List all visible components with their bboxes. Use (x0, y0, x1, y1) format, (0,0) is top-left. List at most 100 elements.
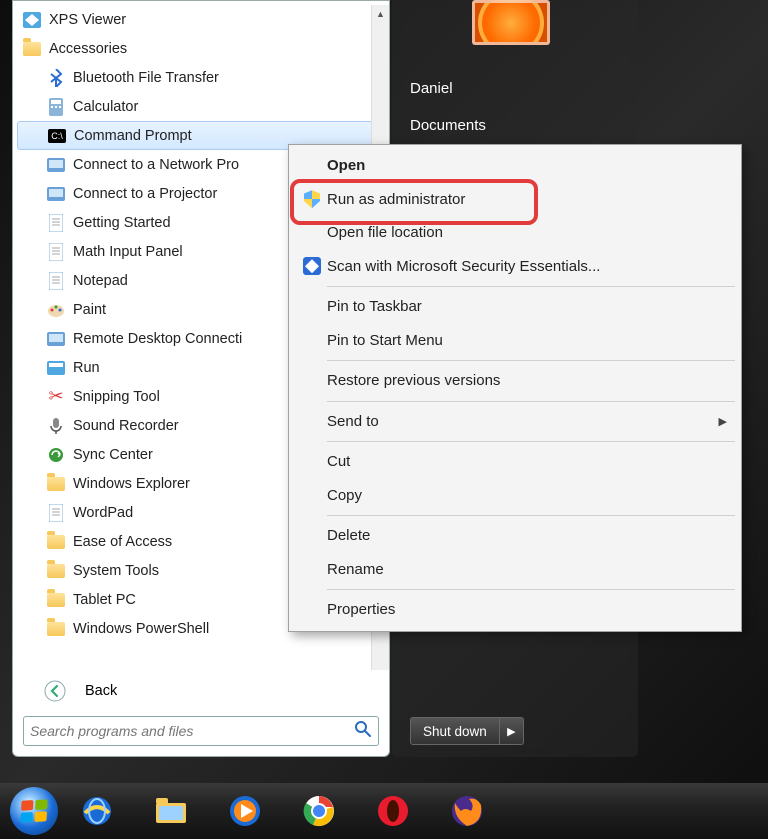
program-label: Run (73, 360, 100, 376)
menu-separator (327, 360, 735, 361)
context-menu-label: Pin to Start Menu (327, 332, 443, 349)
folder-icon (21, 38, 43, 60)
program-label: Math Input Panel (73, 244, 183, 260)
context-menu-item[interactable]: Cut (291, 445, 739, 479)
program-label: Paint (73, 302, 106, 318)
folder-icon (45, 618, 67, 640)
program-label: Calculator (73, 99, 138, 115)
taskbar (0, 783, 768, 839)
context-menu-label: Restore previous versions (327, 372, 500, 389)
sound-recorder-icon (45, 415, 67, 437)
context-menu-label: Open (327, 157, 365, 174)
paint-icon (45, 299, 67, 321)
program-label: Notepad (73, 273, 128, 289)
folder-icon (45, 531, 67, 553)
context-menu-item[interactable]: Open (291, 149, 739, 183)
context-menu-label: Properties (327, 601, 395, 618)
program-item[interactable]: Calculator (17, 92, 389, 121)
start-button[interactable] (6, 783, 62, 839)
calculator-icon (45, 96, 67, 118)
program-item[interactable]: Accessories (17, 34, 389, 63)
context-menu-item[interactable]: Send to (291, 405, 739, 439)
back-button[interactable]: Back (13, 674, 389, 708)
user-picture[interactable] (472, 0, 550, 45)
notepad-icon (45, 270, 67, 292)
documents-link[interactable]: Documents (392, 107, 638, 144)
context-menu-item[interactable]: Run as administrator (291, 183, 739, 217)
getting-started-icon (45, 212, 67, 234)
back-arrow-icon (43, 679, 67, 703)
program-label: Windows Explorer (73, 476, 190, 492)
context-menu-label: Cut (327, 453, 350, 470)
program-label: Getting Started (73, 215, 171, 231)
search-box[interactable] (23, 716, 379, 746)
context-menu-item[interactable]: Pin to Taskbar (291, 290, 739, 324)
menu-separator (327, 589, 735, 590)
folder-icon (45, 560, 67, 582)
projector-icon (45, 183, 67, 205)
math-input-icon (45, 241, 67, 263)
context-menu-item[interactable]: Open file location (291, 216, 739, 250)
context-menu-label: Copy (327, 487, 362, 504)
program-item[interactable]: XPS Viewer (17, 5, 389, 34)
shut-down-options-arrow[interactable]: ▶ (500, 717, 524, 745)
menu-separator (327, 441, 735, 442)
taskbar-explorer-icon[interactable] (136, 787, 206, 835)
context-menu-item[interactable]: Restore previous versions (291, 364, 739, 398)
program-label: Snipping Tool (73, 389, 160, 405)
wordpad-icon (45, 502, 67, 524)
folder-icon (45, 589, 67, 611)
program-label: System Tools (73, 563, 159, 579)
context-menu-item[interactable]: Rename (291, 553, 739, 587)
context-menu: Open Run as administrator Open file locati… (288, 144, 742, 632)
context-menu-label: Send to (327, 413, 379, 430)
menu-separator (327, 286, 735, 287)
context-menu-label: Pin to Taskbar (327, 298, 422, 315)
context-menu-item[interactable]: Properties (291, 593, 739, 627)
taskbar-firefox-icon[interactable] (432, 787, 502, 835)
program-label: Command Prompt (74, 128, 192, 144)
user-name-link[interactable]: Daniel (392, 70, 638, 107)
context-menu-item[interactable]: Copy (291, 479, 739, 513)
program-label: Windows PowerShell (73, 621, 209, 637)
program-label: Ease of Access (73, 534, 172, 550)
menu-separator (327, 401, 735, 402)
taskbar-ie-icon[interactable] (62, 787, 132, 835)
program-label: XPS Viewer (49, 12, 126, 28)
program-label: Sync Center (73, 447, 153, 463)
shield-icon (297, 190, 327, 208)
program-label: Connect to a Network Pro (73, 157, 239, 173)
xps-icon (21, 9, 43, 31)
context-menu-label: Open file location (327, 224, 443, 241)
shut-down-button[interactable]: Shut down (410, 717, 500, 745)
cmd-icon: C:\ (46, 125, 68, 147)
explorer-icon (45, 473, 67, 495)
context-menu-item[interactable]: Scan with Microsoft Security Essentials.… (291, 250, 739, 284)
context-menu-label: Rename (327, 561, 384, 578)
taskbar-chrome-icon[interactable] (284, 787, 354, 835)
program-label: Tablet PC (73, 592, 136, 608)
snipping-icon: ✂ (45, 386, 67, 408)
program-label: Accessories (49, 41, 127, 57)
program-label: Connect to a Projector (73, 186, 217, 202)
context-menu-label: Run as administrator (327, 191, 465, 208)
search-icon (354, 720, 372, 743)
menu-separator (327, 515, 735, 516)
rdp-icon (45, 328, 67, 350)
back-label: Back (85, 683, 117, 699)
network-icon (45, 154, 67, 176)
program-label: Sound Recorder (73, 418, 179, 434)
search-input[interactable] (30, 723, 354, 739)
context-menu-item[interactable]: Delete (291, 519, 739, 553)
taskbar-media-player-icon[interactable] (210, 787, 280, 835)
program-label: Remote Desktop Connecti (73, 331, 242, 347)
program-item[interactable]: Bluetooth File Transfer (17, 63, 389, 92)
taskbar-opera-icon[interactable] (358, 787, 428, 835)
sync-center-icon (45, 444, 67, 466)
mse-icon (297, 257, 327, 275)
context-menu-item[interactable]: Pin to Start Menu (291, 324, 739, 358)
bluetooth-icon (45, 67, 67, 89)
program-label: WordPad (73, 505, 133, 521)
context-menu-label: Scan with Microsoft Security Essentials.… (327, 258, 600, 275)
scroll-up-arrow[interactable]: ▲ (372, 5, 389, 23)
